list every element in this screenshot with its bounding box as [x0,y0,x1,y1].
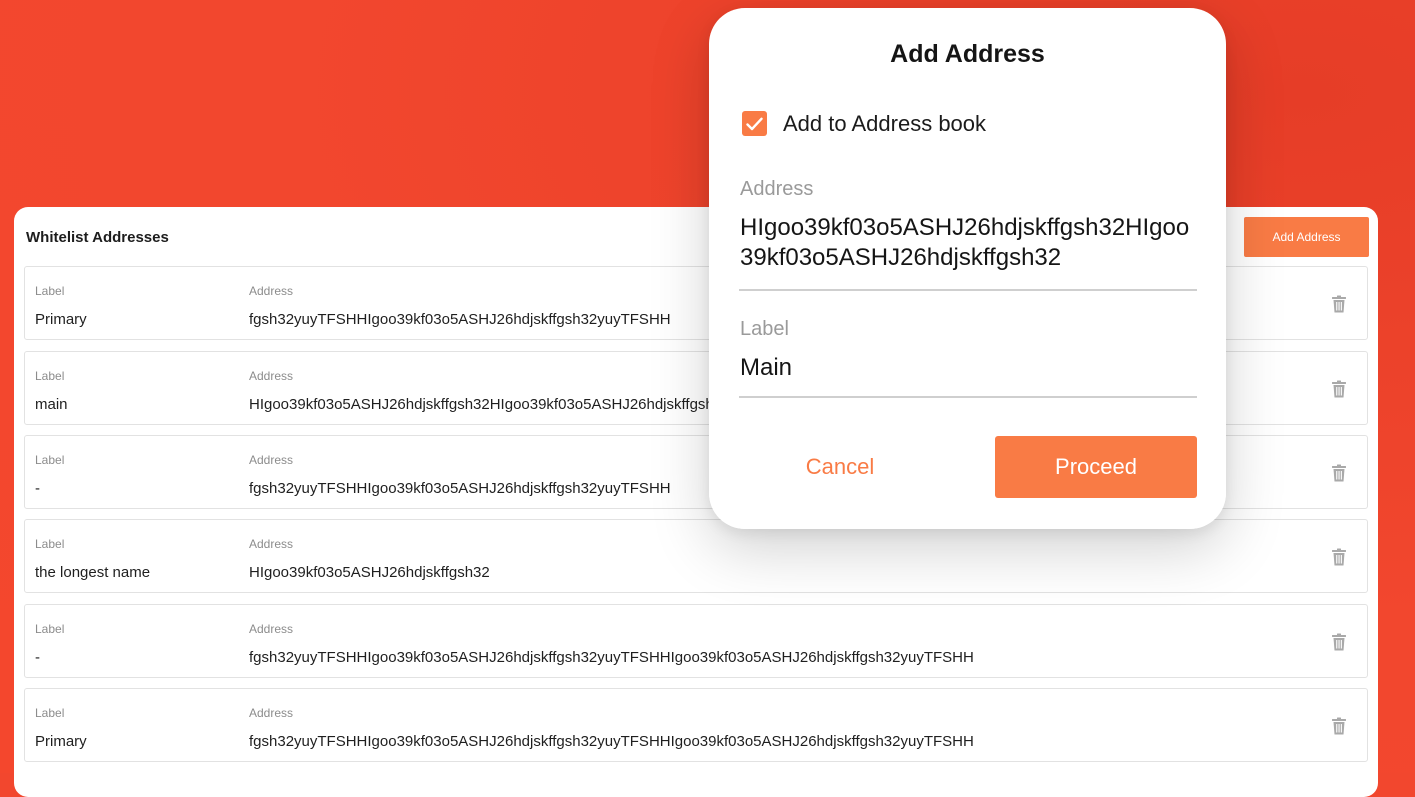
table-row: Label the longest name Address HIgoo39kf… [24,519,1368,593]
check-icon [746,117,763,130]
cancel-button[interactable]: Cancel [749,436,931,498]
row-label: the longest name [35,564,151,581]
label-caption: Label [35,537,65,551]
panel-title: Whitelist Addresses [26,229,169,246]
row-address: fgsh32yuyTFSHHIgoo39kf03o5ASHJ26hdjskffg… [249,733,974,750]
address-caption: Address [249,453,294,467]
row-address: HIgoo39kf03o5ASHJ26hdjskffgsh32 [249,564,490,581]
trash-icon[interactable] [1331,717,1347,735]
add-address-button[interactable]: Add Address [1244,217,1369,257]
label-caption: Label [35,369,65,383]
add-to-address-book-checkbox[interactable] [742,111,767,136]
row-address: HIgoo39kf03o5ASHJ26hdjskffgsh32HIgoo39kf… [249,396,731,413]
row-address: fgsh32yuyTFSHHIgoo39kf03o5ASHJ26hdjskffg… [249,311,671,328]
label-caption: Label [35,453,65,467]
label-underline [739,396,1197,398]
proceed-button[interactable]: Proceed [995,436,1197,498]
trash-icon[interactable] [1331,633,1347,651]
row-label: Primary [35,311,87,328]
trash-icon[interactable] [1331,464,1347,482]
row-address: fgsh32yuyTFSHHIgoo39kf03o5ASHJ26hdjskffg… [249,649,974,666]
table-row: Label - Address fgsh32yuyTFSHHIgoo39kf03… [24,604,1368,678]
address-caption: Address [249,537,294,551]
trash-icon[interactable] [1331,380,1347,398]
checkbox-label[interactable]: Add to Address book [783,111,986,137]
label-caption: Label [35,622,65,636]
address-caption: Address [249,284,294,298]
add-address-modal: Add Address Add to Address book Address … [709,8,1226,529]
row-label: Primary [35,733,87,750]
address-caption: Address [249,706,294,720]
table-row: Label Primary Address fgsh32yuyTFSHHIgoo… [24,688,1368,762]
address-caption: Address [249,622,294,636]
label-field[interactable]: Main [740,353,1200,383]
label-caption: Label [35,706,65,720]
label-field-label: Label [740,318,789,340]
trash-icon[interactable] [1331,548,1347,566]
address-field-label: Address [740,178,814,200]
row-label: - [35,649,40,666]
label-caption: Label [35,284,65,298]
trash-icon[interactable] [1331,295,1347,313]
row-address: fgsh32yuyTFSHHIgoo39kf03o5ASHJ26hdjskffg… [249,480,671,497]
address-underline [739,289,1197,291]
row-label: main [35,396,68,413]
row-label: - [35,480,40,497]
address-field[interactable]: HIgoo39kf03o5ASHJ26hdjskffgsh32HIgoo39kf… [740,213,1200,273]
address-caption: Address [249,369,294,383]
modal-title: Add Address [890,40,1045,68]
